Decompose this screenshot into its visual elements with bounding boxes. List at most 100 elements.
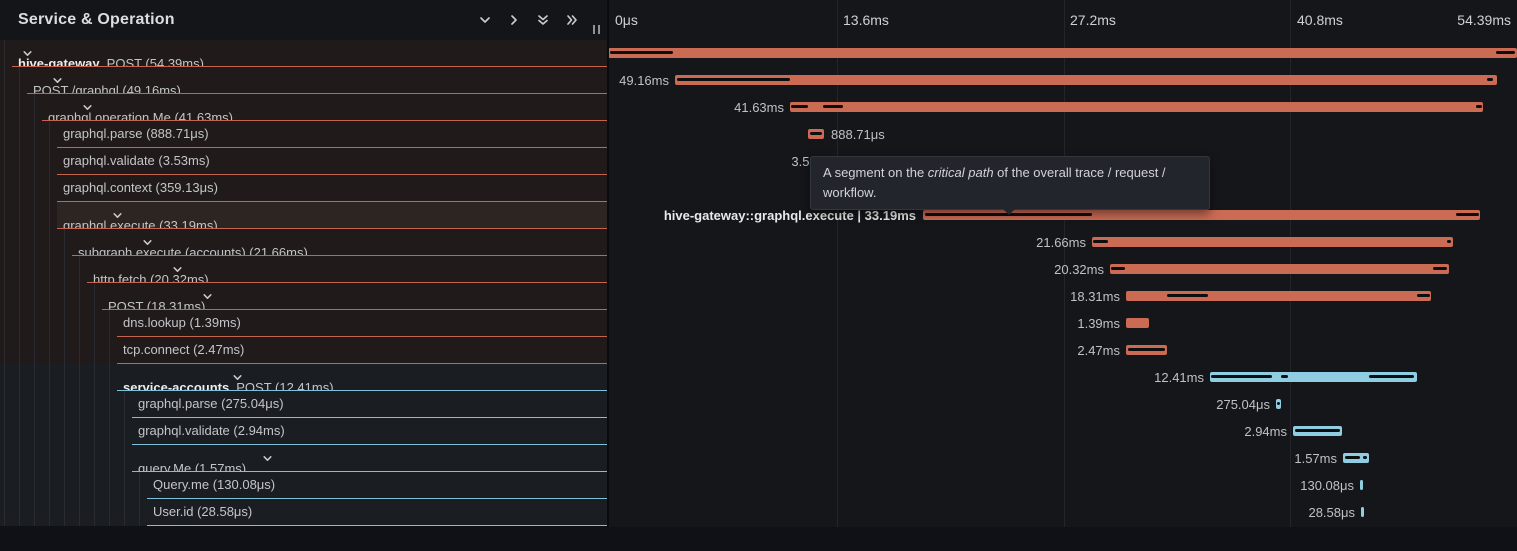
span-bar-row[interactable]: 41.63ms: [607, 94, 1517, 121]
span-row-tcp-connect[interactable]: tcp.connect (2.47ms): [0, 337, 607, 364]
critical-path-segment[interactable]: [1211, 375, 1272, 378]
critical-path-segment[interactable]: [1128, 348, 1165, 351]
operation-name: tcp.connect (2.47ms): [123, 342, 244, 357]
span-bar-row[interactable]: 275.04μs: [607, 391, 1517, 418]
panel-resize-grip[interactable]: [593, 25, 600, 34]
span-bar[interactable]: [1361, 507, 1364, 517]
duration-label: 1.39ms: [1077, 310, 1120, 337]
chevron-right-icon[interactable]: [507, 13, 521, 27]
span-row-graphql-validate[interactable]: graphql.validate (3.53ms): [0, 148, 607, 175]
span-bar-row[interactable]: 1.57ms: [607, 445, 1517, 472]
panel-divider[interactable]: [607, 0, 609, 527]
span-bar-row[interactable]: 20.32ms: [607, 256, 1517, 283]
header-toolbar: [478, 13, 579, 27]
operation-name: graphql.parse (275.04μs): [138, 396, 284, 411]
operation-name: graphql.validate (2.94ms): [138, 423, 285, 438]
double-chevron-down-icon[interactable]: [536, 13, 550, 27]
span-bar[interactable]: [1126, 345, 1167, 355]
critical-path-segment[interactable]: [1456, 213, 1479, 216]
span-bar[interactable]: [1126, 318, 1149, 328]
operation-name: query.Me (1.57ms): [138, 461, 246, 472]
span-bar-row[interactable]: 28.58μs: [607, 499, 1517, 526]
trace-viewer: Service & Operation hive-gat: [0, 0, 1517, 551]
span-bar-row[interactable]: 49.16ms: [607, 67, 1517, 94]
critical-path-segment[interactable]: [1345, 456, 1360, 459]
span-row-graphql-context[interactable]: graphql.context (359.13μs): [0, 175, 607, 202]
chevron-down-icon[interactable]: [262, 453, 607, 464]
critical-path-segment[interactable]: [610, 51, 673, 54]
span-bar[interactable]: [808, 129, 824, 139]
span-bar[interactable]: [1126, 291, 1431, 301]
span-row-post-graphql[interactable]: POST /graphql (49.16ms): [0, 67, 607, 94]
critical-path-segment[interactable]: [1369, 375, 1414, 378]
operation-name: POST (18.31ms): [108, 299, 205, 310]
critical-path-segment[interactable]: [677, 78, 790, 81]
span-bar-row[interactable]: 2.94ms: [607, 418, 1517, 445]
span-bar-row[interactable]: 18.31ms: [607, 283, 1517, 310]
critical-path-segment[interactable]: [791, 105, 808, 108]
span-row-user-id[interactable]: User.id (28.58μs): [0, 499, 607, 526]
duration-label: 2.47ms: [1077, 337, 1120, 364]
critical-path-segment[interactable]: [1476, 105, 1482, 108]
chevron-down-icon[interactable]: [172, 264, 607, 275]
span-bar[interactable]: [790, 102, 1483, 112]
critical-path-segment[interactable]: [1295, 429, 1340, 432]
span-bar[interactable]: [1210, 372, 1417, 382]
span-bar-row[interactable]: 21.66ms: [607, 229, 1517, 256]
span-row-subgraph-execute[interactable]: subgraph.execute (accounts) (21.66ms): [0, 229, 607, 256]
critical-path-segment[interactable]: [1111, 267, 1125, 270]
span-bar[interactable]: [1293, 426, 1342, 436]
span-row-post[interactable]: POST (18.31ms): [0, 283, 607, 310]
span-bar-row[interactable]: 1.39ms: [607, 310, 1517, 337]
critical-path-segment[interactable]: [1281, 375, 1288, 378]
span-row-query-me-resolver[interactable]: Query.me (130.08μs): [0, 472, 607, 499]
duration-label: 49.16ms: [619, 67, 669, 94]
duration-label: 888.71μs: [831, 121, 885, 148]
duration-label: 1.57ms: [1294, 445, 1337, 472]
chevron-down-icon[interactable]: [478, 13, 492, 27]
critical-path-segment[interactable]: [1277, 402, 1280, 405]
span-bar[interactable]: [675, 75, 1497, 85]
timeline-tick-0: 0μs: [615, 0, 638, 40]
critical-path-segment[interactable]: [1433, 267, 1447, 270]
critical-path-segment[interactable]: [1447, 240, 1451, 243]
span-bar-row[interactable]: 130.08μs: [607, 472, 1517, 499]
span-row-query-me[interactable]: query.Me (1.57ms): [0, 445, 607, 472]
span-row-graphql-parse[interactable]: graphql.parse (888.71μs): [0, 121, 607, 148]
critical-path-segment[interactable]: [1417, 294, 1430, 297]
span-row-sa-graphql-validate[interactable]: graphql.validate (2.94ms): [0, 418, 607, 445]
operation-name: graphql.execute (33.19ms): [63, 218, 218, 229]
span-row-graphql-operation-me[interactable]: graphql.operation Me (41.63ms): [0, 94, 607, 121]
operation-name: subgraph.execute (accounts) (21.66ms): [78, 245, 308, 256]
critical-path-segment[interactable]: [1363, 456, 1367, 459]
span-bar-row[interactable]: 2.47ms: [607, 337, 1517, 364]
double-chevron-right-icon[interactable]: [565, 13, 579, 27]
timeline-tick-2: 27.2ms: [1070, 0, 1116, 40]
span-row-hive-gateway-post[interactable]: hive-gatewayPOST (54.39ms): [0, 40, 607, 67]
span-name-rows: hive-gatewayPOST (54.39ms) POST /graphql…: [0, 40, 607, 526]
critical-path-segment[interactable]: [1487, 78, 1493, 81]
critical-path-segment[interactable]: [1093, 240, 1108, 243]
critical-path-segment[interactable]: [810, 132, 822, 135]
timeline-tick-1: 13.6ms: [843, 0, 889, 40]
span-row-http-fetch[interactable]: http.fetch (20.32ms): [0, 256, 607, 283]
span-bar[interactable]: [1360, 480, 1363, 490]
span-bar-row[interactable]: 12.41ms: [607, 364, 1517, 391]
span-bar[interactable]: [608, 48, 1517, 58]
span-row-sa-graphql-parse[interactable]: graphql.parse (275.04μs): [0, 391, 607, 418]
timeline-rows: 49.16ms 41.63ms 888.71μs: [607, 40, 1517, 526]
span-bar[interactable]: [1110, 264, 1449, 274]
critical-path-segment[interactable]: [823, 105, 843, 108]
span-bar[interactable]: [1343, 453, 1369, 463]
span-row-dns-lookup[interactable]: dns.lookup (1.39ms): [0, 310, 607, 337]
critical-path-segment[interactable]: [1496, 51, 1515, 54]
span-bar-row[interactable]: 888.71μs: [607, 121, 1517, 148]
critical-path-segment[interactable]: [1167, 294, 1208, 297]
span-bar[interactable]: [1092, 237, 1453, 247]
span-row-service-accounts-post[interactable]: service-accountsPOST (12.41ms): [0, 364, 607, 391]
span-bar-row[interactable]: [607, 40, 1517, 67]
span-bar[interactable]: [1276, 399, 1281, 409]
chevron-down-icon[interactable]: [202, 291, 607, 302]
span-row-graphql-execute[interactable]: graphql.execute (33.19ms): [0, 202, 607, 229]
operation-name: graphql.parse (888.71μs): [63, 126, 209, 141]
